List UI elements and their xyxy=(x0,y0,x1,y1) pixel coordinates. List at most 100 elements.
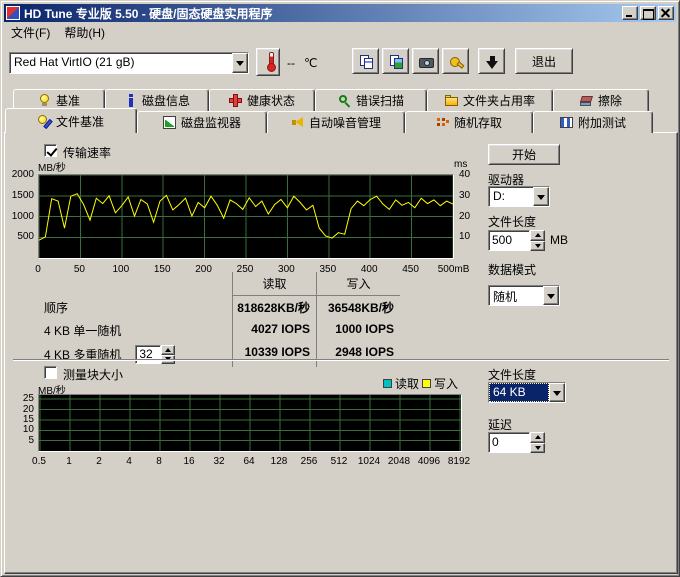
axis-tick: 1000 xyxy=(12,211,34,222)
transfer-rate-plot xyxy=(38,174,454,259)
axis-tick: 10 xyxy=(23,424,34,435)
tab-health[interactable]: 健康状态 xyxy=(209,89,315,111)
multi-random-count-value[interactable]: 32 xyxy=(135,345,161,364)
copy-image-button[interactable] xyxy=(382,48,409,74)
close-button[interactable] xyxy=(658,6,674,20)
write-legend-label: 写入 xyxy=(434,375,458,392)
table-row: 4 KB 单一随机 4027 IOPS 1000 IOPS xyxy=(42,319,400,342)
delay-stepper[interactable]: 0 xyxy=(488,432,545,453)
window-title: HD Tune 专业版 5.50 - 硬盘/固态硬盘实用程序 xyxy=(24,5,620,22)
tab-error-scan[interactable]: 错误扫描 xyxy=(315,89,427,111)
start-button[interactable]: 开始 xyxy=(488,144,560,165)
tab-label: 磁盘信息 xyxy=(142,92,190,109)
tab-folder-usage[interactable]: 文件夹占用率 xyxy=(427,89,553,111)
stepper-up-icon[interactable] xyxy=(530,230,545,241)
tab-label: 文件基准 xyxy=(56,113,104,130)
app-icon xyxy=(6,6,20,20)
file-length-stepper[interactable]: 500 xyxy=(488,230,545,251)
speaker-icon xyxy=(291,116,304,129)
axis-tick: 25 xyxy=(23,393,34,404)
row-read-value: 10339 IOPS xyxy=(232,342,316,367)
row-write-value: 2948 IOPS xyxy=(316,342,400,367)
axis-tick: 2000 xyxy=(12,169,34,180)
transfer-right-axis: 10203040 xyxy=(456,174,480,259)
drive-select[interactable]: Red Hat VirtIO (21 gB) xyxy=(9,52,249,74)
maximize-button[interactable] xyxy=(640,6,656,20)
stepper-down-icon[interactable] xyxy=(530,443,545,454)
multi-random-count-stepper[interactable]: 32 xyxy=(135,345,175,364)
exit-button-label: 退出 xyxy=(532,53,556,70)
data-mode-label: 数据模式 xyxy=(488,261,536,278)
results-header-spacer xyxy=(42,272,232,296)
chevron-down-icon[interactable] xyxy=(533,187,549,206)
data-mode-dropdown[interactable]: 随机 xyxy=(488,285,560,306)
tab-aam[interactable]: 自动噪音管理 xyxy=(267,111,405,133)
chevron-down-icon[interactable] xyxy=(549,383,565,402)
axis-tick: 1 xyxy=(66,456,72,467)
row-read-value: 4027 IOPS xyxy=(232,319,316,342)
section-divider xyxy=(13,359,669,361)
axis-tick: 500 xyxy=(17,231,34,242)
results-col-read: 读取 xyxy=(232,272,316,296)
copy-image-icon xyxy=(389,55,403,68)
eraser-icon xyxy=(580,94,593,107)
options-button[interactable] xyxy=(442,48,469,74)
tab-extra-tests[interactable]: 附加测试 xyxy=(533,111,653,133)
transfer-rate-checkbox-label: 传输速率 xyxy=(63,144,111,161)
axis-tick: 1024 xyxy=(358,456,380,467)
row-read-value: 818628KB/秒 xyxy=(232,296,316,319)
minimize-button[interactable] xyxy=(622,6,638,20)
tab-row-2: 文件基准 磁盘监视器 自动噪音管理 随机存取 附加测试 xyxy=(5,111,653,133)
menu-help[interactable]: 帮助(H) xyxy=(57,22,112,43)
menu-file[interactable]: 文件(F) xyxy=(4,22,57,43)
axis-tick: 30 xyxy=(459,190,470,201)
save-button[interactable] xyxy=(478,48,505,74)
file-length-value[interactable]: 500 xyxy=(488,230,530,251)
block-size-checkbox-label: 测量块大小 xyxy=(63,366,123,383)
tab-erase[interactable]: 擦除 xyxy=(553,89,649,111)
drive-dropdown[interactable]: D: xyxy=(488,186,550,207)
results-table: 读取 写入 顺序 818628KB/秒 36548KB/秒 4 KB 单一随机 … xyxy=(42,272,400,367)
tab-label: 自动噪音管理 xyxy=(309,114,381,131)
axis-tick: 20 xyxy=(459,211,470,222)
tab-label: 随机存取 xyxy=(454,114,502,131)
screenshot-button[interactable] xyxy=(412,48,439,74)
table-row: 顺序 818628KB/秒 36548KB/秒 xyxy=(42,296,400,319)
temperature-button[interactable] xyxy=(256,48,280,76)
results-col-write: 写入 xyxy=(316,272,400,296)
row-label: 4 KB 单一随机 xyxy=(42,319,232,342)
thermometer-icon xyxy=(260,50,276,74)
axis-tick: 2 xyxy=(96,456,102,467)
download-icon xyxy=(485,55,499,68)
bulb-icon xyxy=(38,94,51,107)
data-mode-value: 随机 xyxy=(489,286,543,305)
write-legend-swatch xyxy=(422,379,431,388)
delay-value[interactable]: 0 xyxy=(488,432,530,453)
random-dots-icon xyxy=(436,116,449,129)
axis-tick: 2048 xyxy=(388,456,410,467)
copy-pages-icon xyxy=(359,55,373,68)
block-size-checkbox[interactable] xyxy=(44,366,57,379)
copy-text-button[interactable] xyxy=(352,48,379,74)
stepper-up-icon[interactable] xyxy=(161,345,175,355)
start-button-label: 开始 xyxy=(512,146,536,163)
menubar: 文件(F) 帮助(H) xyxy=(4,23,676,42)
tab-disk-monitor[interactable]: 磁盘监视器 xyxy=(137,111,267,133)
axis-tick: 512 xyxy=(331,456,348,467)
axis-tick: 15 xyxy=(23,414,34,425)
transfer-rate-checkbox[interactable] xyxy=(44,144,57,157)
stepper-down-icon[interactable] xyxy=(530,241,545,252)
transfer-chart-yleft-caption: MB/秒 xyxy=(38,159,66,174)
exit-button[interactable]: 退出 xyxy=(515,48,573,74)
row-label: 顺序 xyxy=(42,296,232,319)
chevron-down-icon[interactable] xyxy=(232,53,248,73)
delay-label: 延迟 xyxy=(488,416,512,433)
axis-tick: 128 xyxy=(271,456,288,467)
chevron-down-icon[interactable] xyxy=(543,286,559,305)
tab-file-benchmark[interactable]: 文件基准 xyxy=(5,108,137,133)
axis-tick: 40 xyxy=(459,169,470,180)
tab-random-access[interactable]: 随机存取 xyxy=(405,111,533,133)
tab-label: 基准 xyxy=(56,92,80,109)
block-file-length-dropdown[interactable]: 64 KB xyxy=(488,382,566,403)
stepper-up-icon[interactable] xyxy=(530,432,545,443)
